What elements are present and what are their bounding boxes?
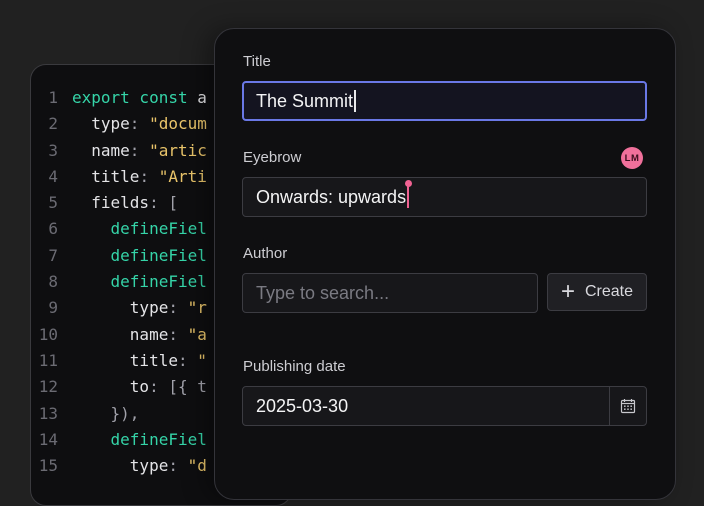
collaborator-cursor <box>404 180 412 208</box>
code-token: export const <box>72 88 198 107</box>
line-number: 3 <box>48 140 58 160</box>
document-form-panel: Title The Summit Eyebrow LM Onwards: upw… <box>214 28 676 500</box>
publishing-date-input[interactable]: 2025-03-30 <box>242 386 647 426</box>
line-number: 2 <box>48 114 58 134</box>
code-token: title <box>72 350 178 370</box>
eyebrow-input-value: Onwards: upwards <box>256 186 407 207</box>
text-cursor <box>354 90 356 112</box>
line-number: 15 <box>38 456 58 476</box>
code-token: : <box>139 166 159 186</box>
eyebrow-input[interactable]: Onwards: upwards <box>242 177 647 217</box>
code-token: : <box>168 298 188 318</box>
line-number: 6 <box>48 219 58 239</box>
calendar-icon <box>620 399 636 414</box>
line-number: 7 <box>48 245 58 265</box>
code-token: : [ <box>149 193 178 213</box>
author-search-input[interactable]: Type to search... <box>242 273 538 313</box>
code-token: type <box>72 114 130 134</box>
create-button-label: Create <box>584 283 634 300</box>
code-token: title <box>72 166 140 186</box>
title-label: Title <box>243 53 271 70</box>
line-number: 12 <box>38 377 58 397</box>
author-label: Author <box>243 245 288 262</box>
title-input-value: The Summit <box>256 90 354 111</box>
create-author-button[interactable]: + Create <box>547 273 647 311</box>
code-token: "artic <box>149 140 207 160</box>
code-token: defineFiel <box>72 219 207 239</box>
code-token: name <box>72 324 169 344</box>
code-token: defineFiel <box>72 272 207 292</box>
line-number: 5 <box>48 193 58 213</box>
line-number: 9 <box>48 298 58 318</box>
collaborator-avatar: LM <box>621 147 643 169</box>
code-token: " <box>197 350 207 370</box>
line-number: 11 <box>38 350 58 370</box>
code-token: "r <box>187 298 207 318</box>
code-token: : [{ t <box>149 377 207 397</box>
code-token: fields <box>72 193 150 213</box>
line-number: 1 <box>48 88 58 107</box>
line-number: 4 <box>48 166 58 186</box>
line-number: 14 <box>38 429 58 449</box>
code-token: : <box>168 456 188 476</box>
calendar-button[interactable] <box>609 387 646 425</box>
code-token: "docum <box>149 114 207 134</box>
code-token: defineFiel <box>72 429 207 449</box>
code-token: "Arti <box>158 166 207 186</box>
code-token: }), <box>72 403 140 423</box>
code-token: "d <box>187 456 207 476</box>
line-number: 8 <box>48 272 58 292</box>
code-token: a <box>197 88 207 107</box>
author-search-placeholder: Type to search... <box>256 282 390 303</box>
code-token: name <box>72 140 130 160</box>
code-token: defineFiel <box>72 245 207 265</box>
code-token: : <box>168 324 188 344</box>
code-token: : <box>129 140 150 160</box>
code-token: "a <box>187 324 207 344</box>
code-token: type <box>72 456 169 476</box>
publishing-date-label: Publishing date <box>243 358 346 375</box>
code-token: to <box>72 377 150 397</box>
line-number: 10 <box>38 324 58 344</box>
plus-icon: + <box>560 278 575 305</box>
code-token: : <box>177 350 198 370</box>
publishing-date-value: 2025-03-30 <box>256 395 349 416</box>
code-token: type <box>72 298 169 318</box>
title-input[interactable]: The Summit <box>242 81 647 121</box>
eyebrow-label: Eyebrow <box>243 149 302 166</box>
line-number: 13 <box>38 403 58 423</box>
code-token: : <box>129 114 150 134</box>
